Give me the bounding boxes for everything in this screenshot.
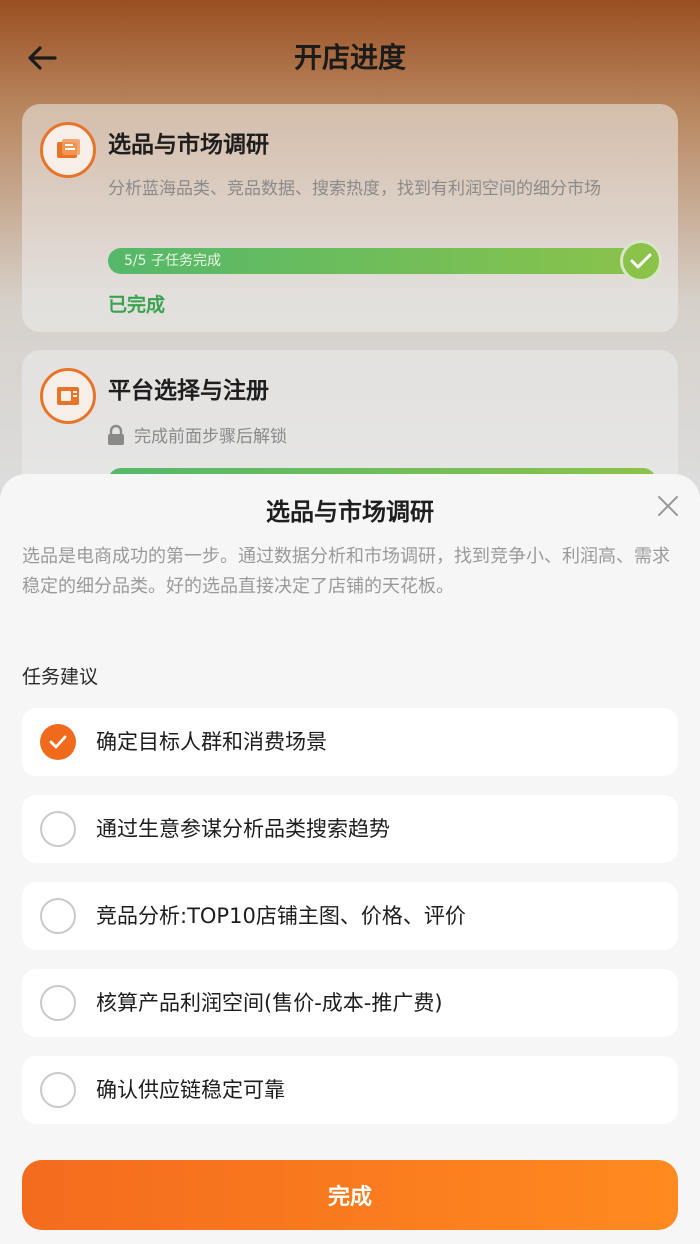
task-item[interactable]: 确定目标人群和消费场景 — [22, 708, 678, 776]
header: 开店进度 — [0, 0, 700, 112]
step-card-research[interactable]: 选品与市场调研 分析蓝海品类、竞品数据、搜索热度，找到有利润空间的细分市场 5/… — [22, 104, 678, 332]
task-item[interactable]: 确认供应链稳定可靠 — [22, 1056, 678, 1124]
task-label: 核算产品利润空间(售价-成本-推广费) — [96, 991, 443, 1015]
lock-icon — [108, 424, 124, 445]
checkbox-empty-icon[interactable] — [40, 898, 76, 934]
checkbox-empty-icon[interactable] — [40, 811, 76, 847]
checkbox-checked-icon[interactable] — [40, 724, 76, 760]
done-button[interactable]: 完成 — [22, 1160, 678, 1230]
sheet-description: 选品是电商成功的第一步。通过数据分析和市场调研，找到竞争小、利润高、需求稳定的细… — [22, 546, 670, 597]
register-icon — [40, 368, 96, 424]
task-label: 确定目标人群和消费场景 — [96, 730, 327, 754]
task-label: 竞品分析:TOP10店铺主图、价格、评价 — [96, 904, 466, 928]
task-detail-sheet: 选品与市场调研 选品是电商成功的第一步。通过数据分析和市场调研，找到竞争小、利润… — [0, 474, 700, 1244]
close-icon — [658, 496, 678, 516]
research-icon — [40, 122, 96, 178]
sheet-title: 选品与市场调研 — [266, 498, 434, 526]
step-title: 选品与市场调研 — [108, 132, 269, 158]
task-label: 通过生意参谋分析品类搜索趋势 — [96, 817, 390, 841]
step-title: 平台选择与注册 — [108, 378, 269, 404]
task-item[interactable]: 核算产品利润空间(售价-成本-推广费) — [22, 969, 678, 1037]
section-label: 任务建议 — [22, 666, 99, 688]
step-status: 已完成 — [108, 294, 166, 316]
step-progress-bar: 5/5 子任务完成 — [108, 248, 656, 274]
progress-label: 5/5 子任务完成 — [124, 253, 221, 269]
checkbox-empty-icon[interactable] — [40, 1072, 76, 1108]
task-item[interactable]: 通过生意参谋分析品类搜索趋势 — [22, 795, 678, 863]
checkbox-empty-icon[interactable] — [40, 985, 76, 1021]
close-button[interactable] — [650, 488, 686, 524]
task-label: 确认供应链稳定可靠 — [96, 1078, 285, 1102]
task-item[interactable]: 竞品分析:TOP10店铺主图、价格、评价 — [22, 882, 678, 950]
locked-text: 完成前面步骤后解锁 — [134, 427, 287, 447]
check-circle-icon — [620, 240, 662, 282]
page-title: 开店进度 — [293, 41, 406, 74]
step-description: 分析蓝海品类、竞品数据、搜索热度，找到有利润空间的细分市场 — [108, 179, 601, 199]
locked-hint: 完成前面步骤后解锁 — [106, 422, 287, 447]
